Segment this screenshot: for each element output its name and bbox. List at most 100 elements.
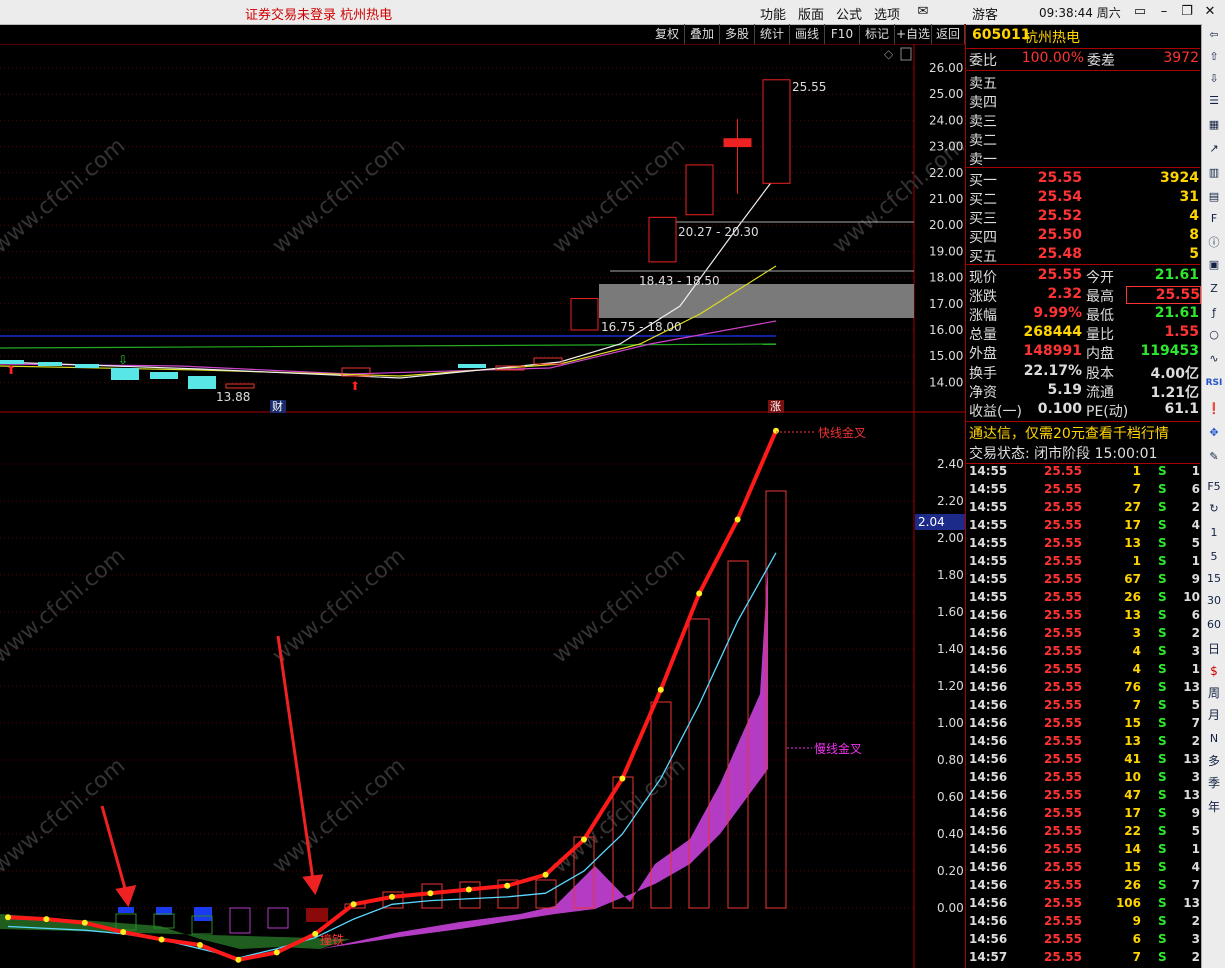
bid-row[interactable]: 买五 25.48 5 xyxy=(966,246,1200,265)
candle-icon[interactable]: ▥ xyxy=(1204,164,1224,182)
period-n[interactable]: N xyxy=(1204,730,1224,748)
f10-icon[interactable]: F xyxy=(1204,210,1224,228)
tick-time: 14:55 xyxy=(969,482,1008,496)
fast-line-point xyxy=(773,427,779,434)
stat-label: 现价 xyxy=(969,270,997,286)
menu-icon[interactable]: ▭ xyxy=(1131,3,1149,21)
ask-row[interactable]: 卖五 xyxy=(966,73,1200,92)
tick-price: 25.55 xyxy=(1044,950,1082,964)
ad-text[interactable]: 通达信，仅需20元查看千档行情 xyxy=(969,423,1169,443)
user-label[interactable]: 游客 xyxy=(972,4,998,23)
tick-volume: 15 xyxy=(1124,716,1141,730)
tick-volume: 76 xyxy=(1124,680,1141,694)
fz-icon[interactable]: Z xyxy=(1204,280,1224,298)
stat-row: 总量 268444 量比 1.55 xyxy=(966,324,1200,343)
tick-volume: 7 xyxy=(1132,482,1141,496)
tick-side: S xyxy=(1158,644,1167,658)
tick-row: 14:55 25.55 13 S 5 xyxy=(966,536,1202,554)
minimize-icon[interactable]: – xyxy=(1155,3,1173,21)
arrow-down-icon[interactable]: ⇩ xyxy=(1204,70,1224,88)
price-axis: 26.00 25.00 24.00 23.00 22.00 21.00 20.00 19.00… xyxy=(929,61,963,389)
period-60min[interactable]: 60 xyxy=(1204,616,1224,634)
chart-area[interactable]: www.cfchi.com www.cfchi.com www.cfchi.co… xyxy=(0,44,965,968)
tick-count: 6 xyxy=(1191,482,1200,496)
bid-row[interactable]: 买二 25.54 31 xyxy=(966,189,1200,208)
ask-row[interactable]: 卖二 xyxy=(966,130,1200,149)
line-chart-icon[interactable]: ↗ xyxy=(1204,140,1224,158)
tick-volume: 13 xyxy=(1124,608,1141,622)
tick-side: S xyxy=(1158,734,1167,748)
rsi-icon[interactable]: RSI xyxy=(1204,374,1224,392)
period-5min[interactable]: 5 xyxy=(1204,548,1224,566)
doc-icon[interactable]: ▣ xyxy=(1204,256,1224,274)
bid-row[interactable]: 买四 25.50 8 xyxy=(966,227,1200,246)
diamond-icon[interactable]: ◇ xyxy=(884,47,894,61)
fast-line-dots xyxy=(5,427,779,963)
svg-text:www.cfchi.com: www.cfchi.com xyxy=(0,133,130,258)
period-30min[interactable]: 30 xyxy=(1204,592,1224,610)
stock-code: 605011 xyxy=(972,27,1031,43)
tick-side: S xyxy=(1158,500,1167,514)
period-1min[interactable]: 1 xyxy=(1204,524,1224,542)
toolbar-fuquan[interactable]: 复权 xyxy=(650,24,685,44)
cursor-value: 2.04 xyxy=(918,515,945,529)
f5-icon[interactable]: F5 xyxy=(1204,478,1224,496)
order-diff-label: 委差 xyxy=(1087,53,1115,69)
tick-count: 3 xyxy=(1191,644,1200,658)
ad-banner[interactable]: 通达信，仅需20元查看千档行情 xyxy=(966,423,1200,442)
alert-icon[interactable]: ❗ xyxy=(1204,400,1224,418)
price-tick: 20.00 xyxy=(929,218,963,232)
stat-label-2: 最高 xyxy=(1086,289,1114,305)
toolbar-back[interactable]: 返回 xyxy=(932,24,965,44)
toolbar-stats[interactable]: 统计 xyxy=(755,24,790,44)
move-icon[interactable]: ✥ xyxy=(1204,424,1224,442)
period-multi[interactable]: 多 xyxy=(1204,752,1224,770)
ask-row[interactable]: 卖一 xyxy=(966,149,1200,168)
scroll-handle[interactable] xyxy=(900,47,912,61)
tick-side: S xyxy=(1158,842,1167,856)
menu-layout[interactable]: 版面 xyxy=(798,4,824,23)
period-quarter[interactable]: 季 xyxy=(1204,774,1224,792)
fast-line-point xyxy=(734,516,741,523)
period-month[interactable]: 月 xyxy=(1204,706,1224,724)
tick-volume: 1 xyxy=(1132,554,1141,568)
menu-function[interactable]: 功能 xyxy=(760,4,786,23)
toolbar-add-fav[interactable]: +自选 xyxy=(895,24,932,44)
list-icon[interactable]: ☰ xyxy=(1204,92,1224,110)
arrow-up-icon[interactable]: ⇧ xyxy=(1204,48,1224,66)
toolbar-draw[interactable]: 画线 xyxy=(790,24,825,44)
finance-marker-label: 财 xyxy=(272,399,283,413)
wave-icon[interactable]: ∿ xyxy=(1204,350,1224,368)
arrow-left-icon[interactable]: ⇦ xyxy=(1204,26,1224,44)
bid-row[interactable]: 买三 25.52 4 xyxy=(966,208,1200,227)
info-icon[interactable]: ⓘ xyxy=(1204,234,1224,252)
period-year[interactable]: 年 xyxy=(1204,798,1224,816)
dollar-icon[interactable]: $ xyxy=(1204,662,1224,680)
bid-row[interactable]: 买一 25.55 3924 xyxy=(966,170,1200,189)
toolbar-multi[interactable]: 多股 xyxy=(720,24,755,44)
restore-icon[interactable]: ❐ xyxy=(1178,3,1196,21)
period-day[interactable]: 日 xyxy=(1204,640,1224,658)
period-15min[interactable]: 15 xyxy=(1204,570,1224,588)
close-icon[interactable]: ✕ xyxy=(1201,3,1219,21)
stat-label-2: PE(动) xyxy=(1086,404,1129,420)
tick-time: 14:56 xyxy=(969,806,1008,820)
circle-icon[interactable]: ○ xyxy=(1204,326,1224,344)
pencil-icon[interactable]: ✎ xyxy=(1204,448,1224,466)
menu-options[interactable]: 选项 xyxy=(874,4,900,23)
ask-row[interactable]: 卖四 xyxy=(966,92,1200,111)
toolbar-mark[interactable]: 标记 xyxy=(860,24,895,44)
ask-row[interactable]: 卖三 xyxy=(966,111,1200,130)
fast-line-point xyxy=(312,930,319,937)
toolbar-f10[interactable]: F10 xyxy=(825,24,860,44)
ask-label: 卖三 xyxy=(969,114,997,130)
menu-formula[interactable]: 公式 xyxy=(836,4,862,23)
bid-price: 25.52 xyxy=(1037,208,1082,224)
refresh-icon[interactable]: ↻ xyxy=(1204,500,1224,518)
toolbar-overlay[interactable]: 叠加 xyxy=(685,24,720,44)
grid-icon[interactable]: ▦ xyxy=(1204,116,1224,134)
period-week[interactable]: 周 xyxy=(1204,684,1224,702)
table-icon[interactable]: ▤ xyxy=(1204,188,1224,206)
mail-icon[interactable]: ✉ xyxy=(914,3,932,21)
formula-icon[interactable]: ƒ xyxy=(1204,304,1224,322)
